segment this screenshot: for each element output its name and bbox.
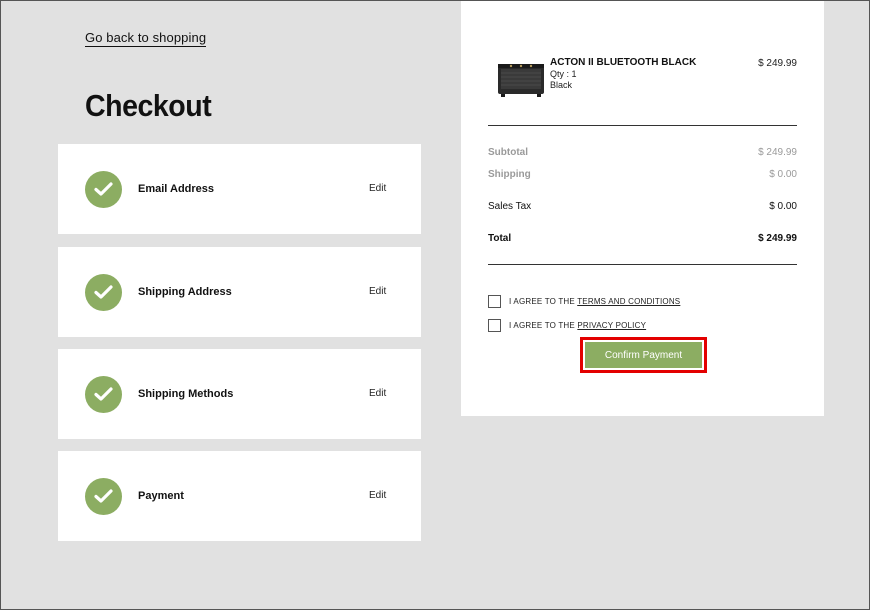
terms-and-conditions-link[interactable]: TERMS AND CONDITIONS xyxy=(577,297,680,306)
product-qty: Qty : 1 xyxy=(550,69,577,79)
check-icon xyxy=(85,274,122,311)
edit-shipping-address-button[interactable]: Edit xyxy=(369,286,386,297)
sales-tax-value: $ 0.00 xyxy=(769,201,797,212)
sales-tax-label: Sales Tax xyxy=(488,201,532,212)
privacy-policy-link[interactable]: PRIVACY POLICY xyxy=(577,321,646,330)
subtotal-value: $ 249.99 xyxy=(758,147,797,158)
step-shipping-address: Shipping Address Edit xyxy=(58,247,421,337)
step-payment: Payment Edit xyxy=(58,451,421,541)
shipping-value: $ 0.00 xyxy=(769,169,797,180)
terms-prefix: I AGREE TO THE xyxy=(509,296,578,306)
step-email-address: Email Address Edit xyxy=(58,144,421,234)
edit-email-button[interactable]: Edit xyxy=(369,183,386,194)
step-shipping-methods: Shipping Methods Edit xyxy=(58,349,421,439)
back-to-shopping-link[interactable]: Go back to shopping xyxy=(85,30,207,47)
privacy-prefix: I AGREE TO THE xyxy=(509,320,578,330)
confirm-payment-button[interactable]: Confirm Payment xyxy=(585,342,702,368)
privacy-agreement-text: I AGREE TO THE PRIVACY POLICY xyxy=(509,321,646,330)
product-color: Black xyxy=(550,80,573,90)
edit-payment-button[interactable]: Edit xyxy=(369,490,386,501)
subtotal-label: Subtotal xyxy=(488,147,528,158)
divider xyxy=(488,264,797,265)
check-icon xyxy=(85,478,122,515)
privacy-checkbox[interactable] xyxy=(488,318,501,332)
terms-agreement-text: I AGREE TO THE TERMS AND CONDITIONS xyxy=(509,297,680,306)
shipping-label: Shipping xyxy=(488,169,531,180)
step-label: Email Address xyxy=(138,183,215,195)
check-icon xyxy=(85,171,122,208)
terms-checkbox[interactable] xyxy=(488,294,501,308)
page-title: Checkout xyxy=(85,88,212,123)
total-label: Total xyxy=(488,233,512,244)
total-value: $ 249.99 xyxy=(758,233,797,244)
product-name: ACTON II BLUETOOTH BLACK xyxy=(550,57,697,68)
check-icon xyxy=(85,376,122,413)
speaker-product-image xyxy=(498,64,544,97)
confirm-payment-highlight: Confirm Payment xyxy=(580,337,707,373)
edit-shipping-methods-button[interactable]: Edit xyxy=(369,388,386,399)
terms-agreement-row: I AGREE TO THE TERMS AND CONDITIONS xyxy=(488,294,680,308)
privacy-agreement-row: I AGREE TO THE PRIVACY POLICY xyxy=(488,318,646,332)
product-price: $ 249.99 xyxy=(758,58,797,69)
divider xyxy=(488,125,797,126)
order-summary: ACTON II BLUETOOTH BLACK Qty : 1 Black $… xyxy=(461,0,824,416)
step-label: Shipping Address xyxy=(138,286,232,298)
step-label: Shipping Methods xyxy=(138,388,234,400)
step-label: Payment xyxy=(138,490,184,502)
